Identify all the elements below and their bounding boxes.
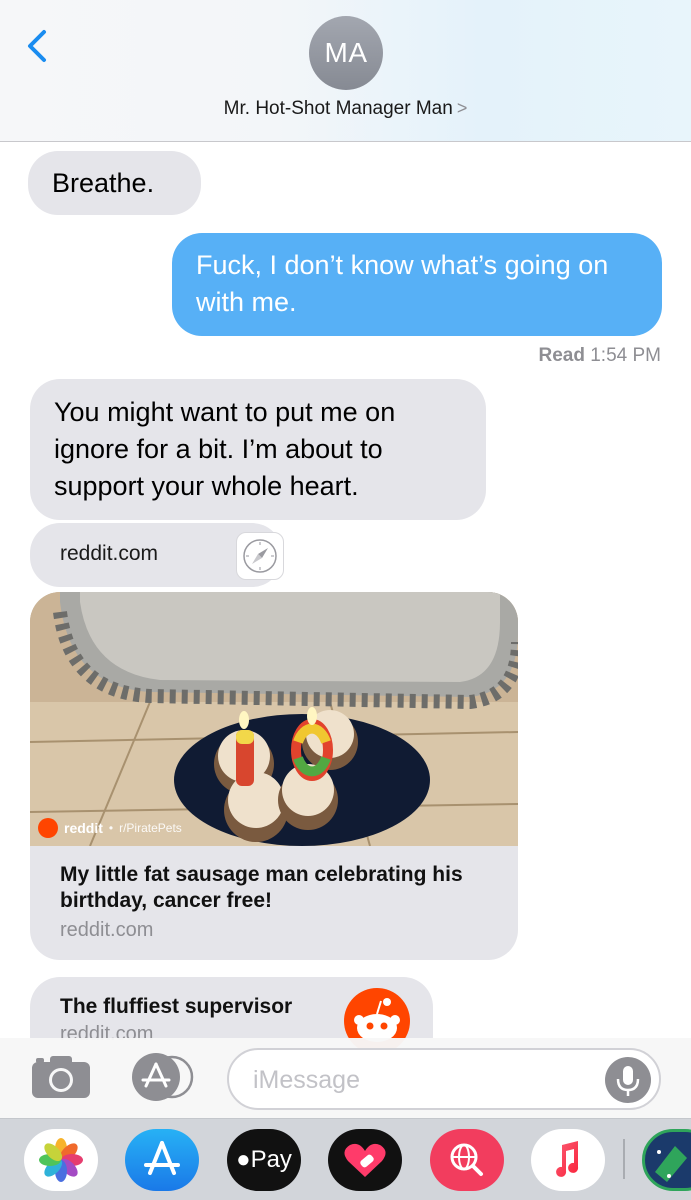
app-store-app-button[interactable]: [125, 1129, 199, 1191]
app-store-icon: [132, 1053, 194, 1101]
chevron-right-icon: >: [456, 98, 468, 118]
microphone-icon: [616, 1066, 640, 1096]
reddit-badge: reddit • r/PiratePets: [38, 818, 182, 838]
back-button[interactable]: [18, 22, 58, 70]
link-card-title: My little fat sausage man celebrating hi…: [60, 863, 463, 912]
link-card-title: The fluffiest supervisor: [60, 995, 293, 1018]
photos-app-button[interactable]: [24, 1129, 98, 1191]
apple-pay-app-button[interactable]: ● Pay: [227, 1129, 301, 1191]
imessage-app-drawer: ● Pay: [0, 1118, 691, 1200]
web-search-icon: [450, 1143, 483, 1176]
read-receipt: Read 1:54 PM: [538, 345, 661, 367]
conversation-header: MA Mr. Hot-Shot Manager Man >: [0, 0, 691, 142]
web-search-app-button[interactable]: [430, 1129, 504, 1191]
message-input-bar: iMessage: [0, 1038, 691, 1118]
link-preview-pill[interactable]: reddit.com: [30, 523, 284, 587]
digital-touch-icon: [344, 1143, 386, 1177]
input-placeholder: iMessage: [253, 1066, 360, 1094]
contact-name: Mr. Hot-Shot Manager Man: [223, 98, 453, 119]
subreddit-name: r/PiratePets: [119, 821, 182, 835]
music-app-button[interactable]: [531, 1129, 605, 1191]
app-store-icon: [144, 1141, 180, 1175]
reddit-badge-name: reddit: [64, 820, 103, 836]
reddit-badge-icon: [38, 818, 58, 838]
contact-name-button[interactable]: Mr. Hot-Shot Manager Man >: [0, 98, 691, 120]
safari-compass-icon: [236, 532, 284, 580]
incoming-message[interactable]: You might want to put me on ignore for a…: [30, 379, 486, 520]
music-icon: [556, 1141, 579, 1177]
apple-logo-icon: ●: [236, 1146, 251, 1173]
digital-touch-app-button[interactable]: [328, 1129, 402, 1191]
app-drawer-divider: [623, 1139, 625, 1179]
sticker-app-icon: [655, 1146, 687, 1182]
separator-dot: •: [108, 821, 114, 835]
incoming-message[interactable]: Breathe.: [28, 151, 201, 215]
link-preview-card[interactable]: reddit • r/PiratePets My little fat saus…: [30, 592, 518, 960]
photos-icon: [39, 1138, 83, 1182]
link-domain: reddit.com: [60, 542, 159, 565]
imessage-input[interactable]: iMessage: [227, 1048, 661, 1110]
chevron-left-icon: [28, 30, 46, 62]
app-store-button[interactable]: [128, 1052, 194, 1102]
camera-icon: [32, 1056, 90, 1098]
contact-avatar[interactable]: MA: [309, 16, 383, 90]
sticker-app-button[interactable]: [642, 1129, 691, 1191]
camera-button[interactable]: [30, 1052, 92, 1100]
dictation-button[interactable]: [605, 1057, 651, 1103]
outgoing-message[interactable]: Fuck, I don’t know what’s going on with …: [172, 233, 662, 336]
read-time: 1:54 PM: [590, 345, 661, 366]
apple-pay-label: Pay: [250, 1146, 292, 1173]
link-card-domain: reddit.com: [60, 919, 154, 941]
read-status: Read: [538, 345, 585, 366]
link-preview-image: reddit • r/PiratePets: [30, 592, 518, 846]
